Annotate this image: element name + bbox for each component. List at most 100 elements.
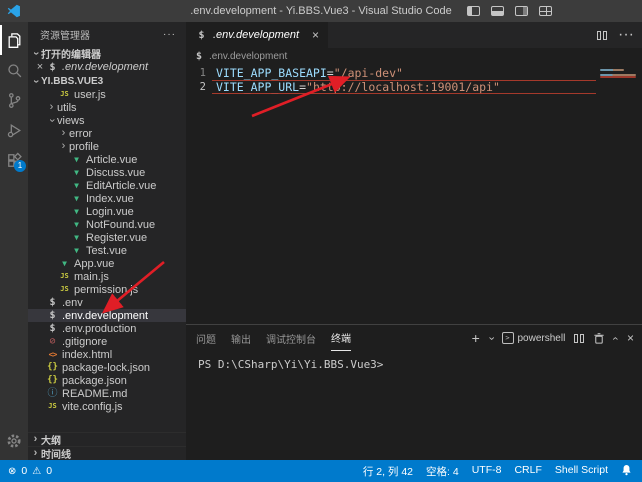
open-editors-section-header[interactable]: › 打开的编辑器: [28, 46, 186, 60]
code-editor[interactable]: 1VITE_APP_BASEAPI="/api-dev"2VITE_APP_UR…: [186, 64, 642, 324]
kill-terminal-icon[interactable]: [593, 332, 605, 345]
toggle-sidebar-icon[interactable]: [467, 6, 480, 16]
tree-item-views[interactable]: ›views: [28, 114, 186, 127]
vue-file-icon: ▼: [70, 179, 83, 192]
file-name: Discuss.vue: [86, 167, 145, 179]
tree-item-NotFound.vue[interactable]: ▼NotFound.vue: [28, 218, 186, 231]
minimap[interactable]: [598, 67, 640, 79]
chevron-right-icon: ›: [58, 128, 69, 139]
maximize-panel-icon[interactable]: ›: [611, 336, 622, 340]
tree-item-Article.vue[interactable]: ▼Article.vue: [28, 153, 186, 166]
search-icon[interactable]: [0, 55, 28, 85]
status-encoding[interactable]: UTF-8: [472, 464, 502, 479]
breadcrumb[interactable]: $ .env.development: [186, 48, 642, 64]
open-editor-item[interactable]: × $ .env.development: [28, 60, 186, 74]
env-file-icon: $: [196, 50, 202, 63]
extensions-icon[interactable]: 1: [0, 145, 28, 175]
tree-item-profile[interactable]: ›profile: [28, 140, 186, 153]
outline-section-header[interactable]: › 大纲: [28, 432, 186, 446]
breadcrumb-label: .env.development: [209, 51, 287, 62]
file-name: README.md: [62, 388, 127, 400]
file-name: profile: [69, 141, 99, 153]
title-bar: .env.development - Yi.BBS.Vue3 - Visual …: [0, 0, 642, 22]
chevron-right-icon: ›: [30, 434, 41, 445]
terminal-dropdown-icon[interactable]: ›: [485, 336, 496, 340]
close-panel-icon[interactable]: ×: [627, 332, 634, 344]
status-cursor-position[interactable]: 行 2, 列 42: [363, 464, 413, 479]
tree-item-Test.vue[interactable]: ▼Test.vue: [28, 244, 186, 257]
file-name: App.vue: [74, 258, 114, 270]
tree-item-.env.production[interactable]: $.env.production: [28, 322, 186, 335]
status-language-mode[interactable]: Shell Script: [555, 464, 608, 479]
panel-tab-调试控制台[interactable]: 调试控制台: [266, 325, 316, 351]
close-icon[interactable]: ×: [34, 61, 46, 73]
terminal-output[interactable]: PS D:\CSharp\Yi\Yi.BBS.Vue3>: [186, 351, 642, 460]
tab-bar: $ .env.development × ···: [186, 22, 642, 48]
tree-item-main.js[interactable]: JSmain.js: [28, 270, 186, 283]
token: =: [327, 66, 334, 80]
problems-indicator[interactable]: ⊗ 0 ⚠ 0: [8, 465, 52, 477]
tree-item-.gitignore[interactable]: ⊘.gitignore: [28, 335, 186, 348]
notifications-bell-icon[interactable]: [621, 464, 632, 479]
tree-item-error[interactable]: ›error: [28, 127, 186, 140]
error-icon: ⊗: [8, 466, 16, 477]
tree-item-Discuss.vue[interactable]: ▼Discuss.vue: [28, 166, 186, 179]
tree-item-App.vue[interactable]: ▼App.vue: [28, 257, 186, 270]
panel-tab-问题[interactable]: 问题: [196, 325, 216, 351]
tab-label: .env.development: [213, 29, 299, 41]
run-debug-icon[interactable]: [0, 115, 28, 145]
tree-item-index.html[interactable]: <>index.html: [28, 348, 186, 361]
json-file-icon: {}: [46, 374, 59, 387]
customize-layout-icon[interactable]: [539, 6, 552, 16]
explorer-icon[interactable]: [0, 25, 28, 55]
status-eol[interactable]: CRLF: [514, 464, 541, 479]
tree-item-Login.vue[interactable]: ▼Login.vue: [28, 205, 186, 218]
panel-tabs: 问题输出调试控制台终端: [196, 325, 366, 351]
panel-tab-终端[interactable]: 终端: [331, 325, 351, 351]
terminal-icon: >: [502, 332, 514, 344]
new-terminal-icon[interactable]: +: [472, 331, 480, 345]
activity-bar: 1: [0, 22, 28, 460]
tree-item-package.json[interactable]: {}package.json: [28, 374, 186, 387]
tree-item-.env[interactable]: $.env: [28, 296, 186, 309]
project-section-header[interactable]: › YI.BBS.VUE3: [28, 74, 186, 88]
source-control-icon[interactable]: [0, 85, 28, 115]
chevron-right-icon: ›: [46, 102, 57, 113]
tree-item-.env.development[interactable]: $.env.development: [28, 309, 186, 322]
sidebar-more-actions-icon[interactable]: ···: [163, 29, 176, 40]
token: "/api-dev": [334, 66, 403, 80]
toggle-secondary-sidebar-icon[interactable]: [515, 6, 528, 16]
tree-item-Register.vue[interactable]: ▼Register.vue: [28, 231, 186, 244]
line-content: VITE_APP_URL="http://localhost:19001/api…: [216, 80, 500, 94]
project-label: YI.BBS.VUE3: [41, 76, 103, 87]
split-editor-icon[interactable]: [597, 31, 607, 40]
split-terminal-icon[interactable]: [574, 334, 584, 343]
chevron-down-icon: ›: [30, 76, 41, 87]
file-name: .env.development: [62, 310, 148, 322]
timeline-section-header[interactable]: › 时间线: [28, 446, 186, 460]
error-count: 0: [21, 465, 27, 477]
panel-tab-输出[interactable]: 输出: [231, 325, 251, 351]
tree-item-permission.js[interactable]: JSpermission.js: [28, 283, 186, 296]
tree-item-README.md[interactable]: ⓘREADME.md: [28, 387, 186, 400]
editor-more-actions-icon[interactable]: ···: [618, 26, 634, 44]
file-name: Register.vue: [86, 232, 147, 244]
terminal-profile-powershell[interactable]: > powershell: [502, 332, 566, 344]
tree-item-vite.config.js[interactable]: JSvite.config.js: [28, 400, 186, 413]
toggle-panel-icon[interactable]: [491, 6, 504, 16]
tree-item-user.js[interactable]: JSuser.js: [28, 88, 186, 101]
tree-item-package-lock.json[interactable]: {}package-lock.json: [28, 361, 186, 374]
vscode-logo-icon: [7, 4, 21, 18]
env-file-icon: $: [195, 29, 208, 42]
status-indentation[interactable]: 空格: 4: [426, 464, 459, 479]
panel-header: 问题输出调试控制台终端 + › > powershell › ×: [186, 325, 642, 351]
tree-item-EditArticle.vue[interactable]: ▼EditArticle.vue: [28, 179, 186, 192]
settings-gear-icon[interactable]: [0, 426, 28, 456]
git-file-icon: ⊘: [46, 335, 59, 348]
tree-item-utils[interactable]: ›utils: [28, 101, 186, 114]
tab-close-icon[interactable]: ×: [312, 28, 319, 42]
file-name: NotFound.vue: [86, 219, 155, 231]
token: VITE_APP_BASEAPI: [216, 66, 327, 80]
tab-env-development[interactable]: $ .env.development ×: [186, 22, 328, 48]
tree-item-Index.vue[interactable]: ▼Index.vue: [28, 192, 186, 205]
